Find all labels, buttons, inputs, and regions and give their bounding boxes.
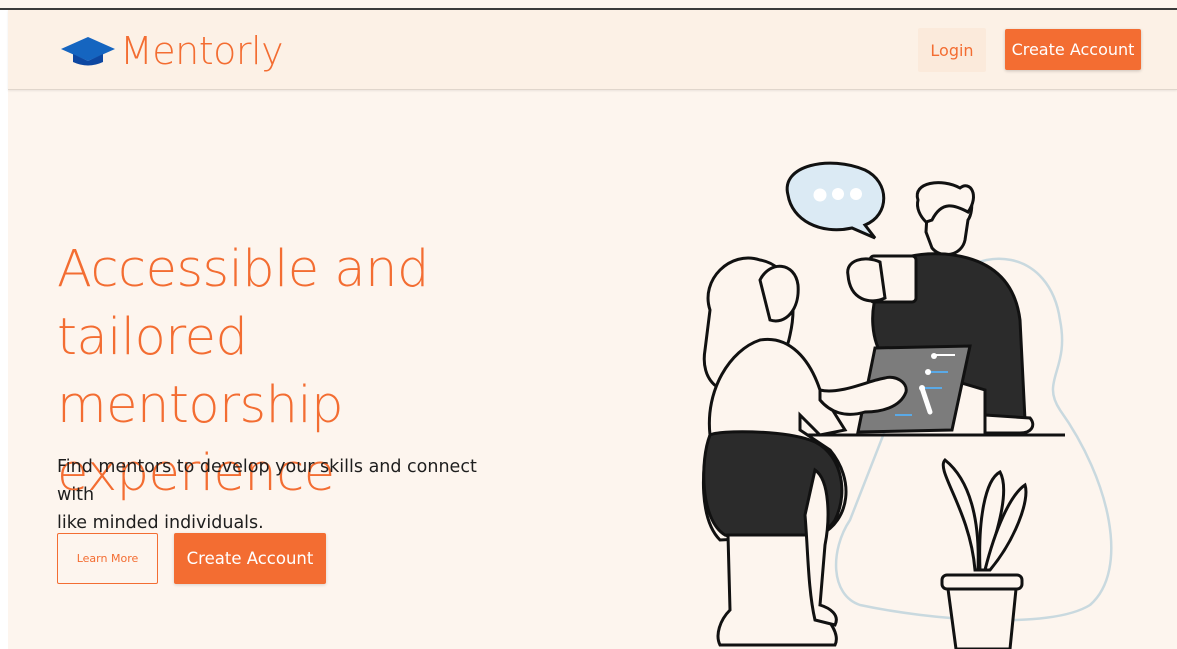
login-button[interactable]: Login <box>918 28 986 72</box>
site-header: Mentorly Login Create Account <box>8 10 1177 90</box>
create-account-button-hero[interactable]: Create Account <box>174 533 326 584</box>
graduation-cap-icon <box>61 37 115 66</box>
learn-more-button[interactable]: Learn More <box>57 533 158 584</box>
window-left-edge <box>0 10 8 649</box>
brand-logo[interactable]: Mentorly <box>58 28 284 74</box>
create-account-button-header[interactable]: Create Account <box>1005 29 1141 70</box>
hero-subtitle-line: like minded individuals. <box>57 513 264 533</box>
mentorship-illustration <box>702 161 1113 649</box>
hero-subtitle-line: Find mentors to develop your skills and … <box>57 457 477 505</box>
brand-name: Mentorly <box>120 29 284 73</box>
plant-icon <box>940 457 1028 649</box>
chat-bubble-icon <box>785 161 886 240</box>
hero-title-line: tailored mentorship <box>57 308 343 435</box>
hero-title-line: Accessible and <box>57 240 429 299</box>
hero-subtitle: Find mentors to develop your skills and … <box>57 453 507 537</box>
